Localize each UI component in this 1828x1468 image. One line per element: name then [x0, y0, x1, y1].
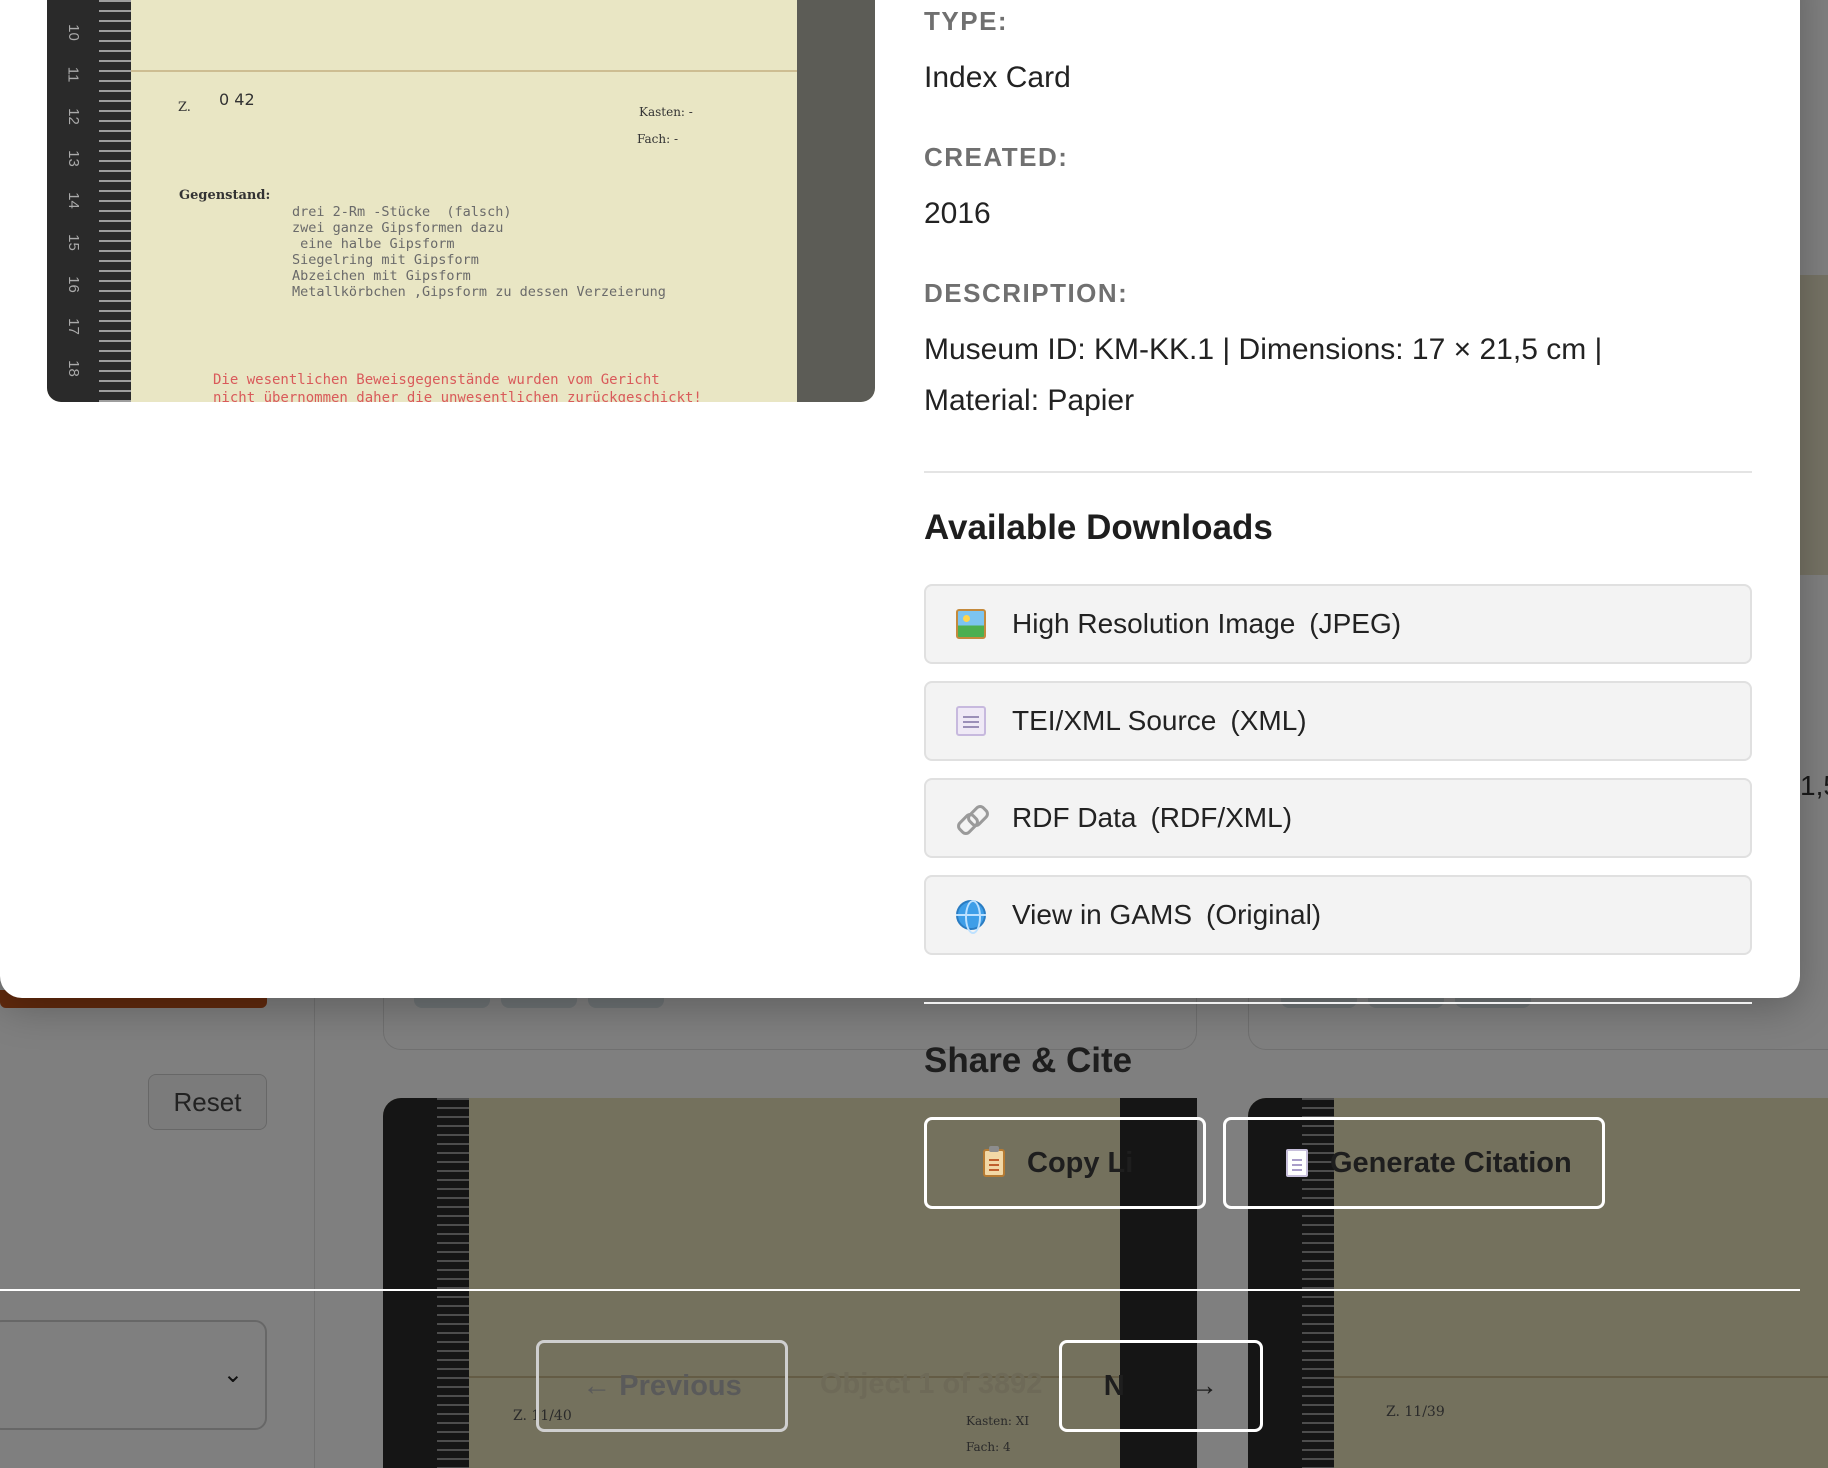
created-value: 2016 [924, 197, 991, 230]
download-image-button[interactable]: High Resolution Image (JPEG) [924, 584, 1752, 664]
download-format: (XML) [1230, 705, 1307, 736]
type-value: Index Card [924, 61, 1071, 94]
image-icon [956, 609, 986, 639]
scan-red-note: Die wesentlichen Beweisgegenstände wurde… [213, 372, 660, 388]
ruler [47, 0, 131, 402]
view-in-gams-button[interactable]: View in GAMS (Original) [924, 875, 1752, 955]
generate-citation-label: Generate Citation [1330, 1146, 1572, 1179]
download-rdf-button[interactable]: RDF Data (RDF/XML) [924, 778, 1752, 858]
scan-gegenstand-label: Gegenstand: [179, 188, 271, 203]
download-label: High Resolution Image [1012, 608, 1296, 639]
download-label: View in GAMS [1012, 899, 1192, 930]
copy-link-button[interactable]: Copy Li [924, 1117, 1206, 1209]
scan-background [797, 0, 875, 402]
section-divider [924, 1002, 1752, 1004]
download-label: TEI/XML Source [1012, 705, 1217, 736]
download-xml-button[interactable]: TEI/XML Source (XML) [924, 681, 1752, 761]
footer-divider [0, 1289, 1800, 1291]
download-format: (RDF/XML) [1150, 802, 1293, 833]
object-image[interactable]: 10 11 12 13 14 15 16 17 18 Z. 0 42 Kasten: - F… [47, 0, 875, 402]
description-line: Museum ID: KM-KK.1 | Dimensions: 17 × 21… [924, 333, 1603, 366]
generate-citation-button[interactable]: Generate Citation [1223, 1117, 1605, 1209]
document-icon [1286, 1149, 1308, 1177]
scan-kasten: Kasten: - [639, 105, 693, 119]
description-label: DESCRIPTION: [924, 278, 1129, 308]
download-format: (Original) [1206, 899, 1322, 930]
created-label: CREATED: [924, 142, 1069, 172]
scan-fach: Fach: - [637, 132, 679, 146]
copy-link-label: Copy Li [1027, 1146, 1134, 1179]
clipboard-icon [983, 1146, 1005, 1177]
download-label: RDF Data [1012, 802, 1137, 833]
download-format: (JPEG) [1309, 608, 1402, 639]
object-counter: Object 1 of 3892 [820, 1368, 1043, 1400]
object-detail-modal: 10 11 12 13 14 15 16 17 18 Z. 0 42 Kasten: - F… [0, 0, 1800, 998]
downloads-title: Available Downloads [924, 508, 1273, 547]
section-divider [924, 471, 1752, 473]
globe-icon [956, 900, 986, 934]
description-line: Material: Papier [924, 384, 1135, 417]
share-cite-title: Share & Cite [924, 1041, 1133, 1080]
type-label: TYPE: [924, 6, 1009, 36]
scan-red-note: nicht übernommen daher die unwesentliche… [213, 390, 702, 402]
document-icon [956, 706, 986, 736]
scan-z-value: 0 42 [219, 90, 255, 109]
scan-z-label: Z. [178, 100, 191, 115]
link-icon [956, 803, 986, 833]
next-button[interactable]: N → [1059, 1340, 1263, 1432]
previous-button[interactable]: ← Previous [536, 1340, 788, 1432]
scan-item-list: drei 2-Rm -Stücke (falsch) zwei ganze Gi… [292, 204, 666, 300]
